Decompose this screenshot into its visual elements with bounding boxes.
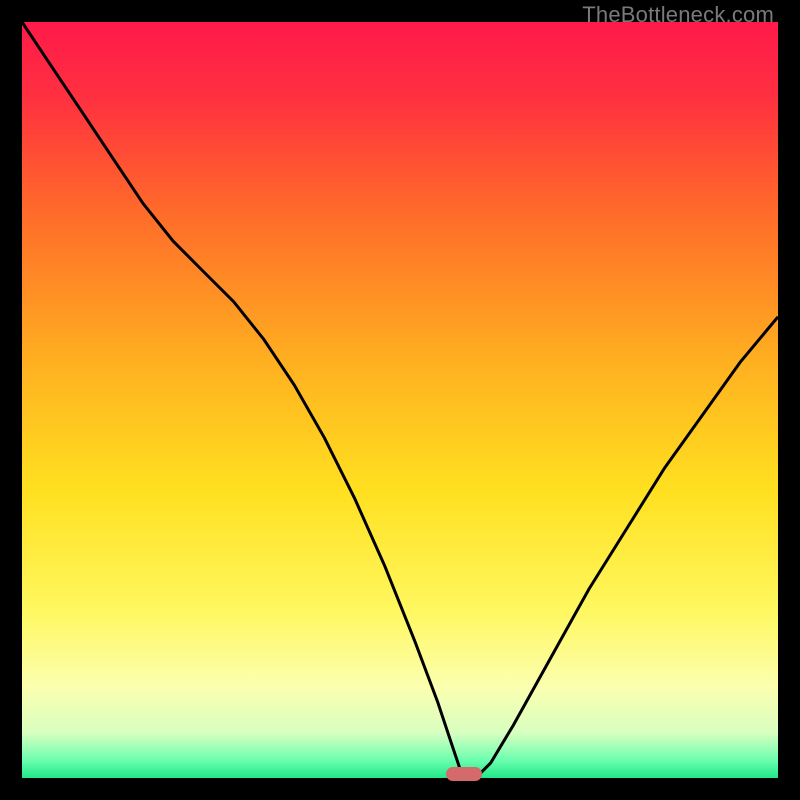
gradient-background: [22, 22, 778, 778]
bottleneck-chart: [22, 22, 778, 778]
watermark-text: TheBottleneck.com: [582, 2, 774, 28]
optimal-point-marker: [446, 767, 482, 781]
chart-frame: [22, 22, 778, 778]
